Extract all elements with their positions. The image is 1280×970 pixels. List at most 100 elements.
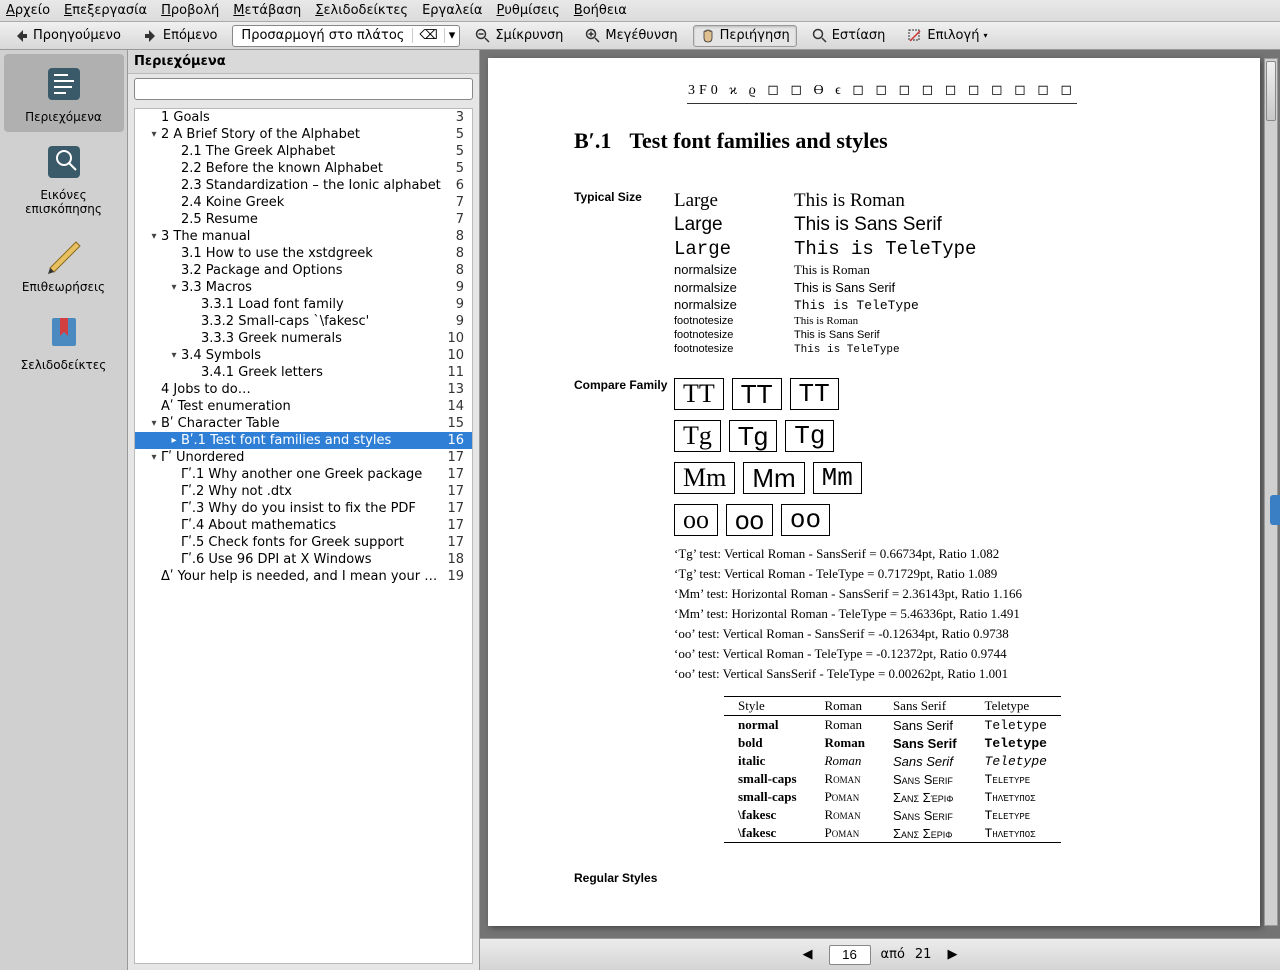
focus-mode-button[interactable]: Εστίαση <box>805 25 893 47</box>
test-line: ‘Tg’ test: Vertical Roman - SansSerif = … <box>674 546 1190 562</box>
toc-label: 3.2 Package and Options <box>181 263 448 278</box>
toc-item[interactable]: 3.1 How to use the xstdgreek8 <box>135 245 472 262</box>
menu-ρυθμίσεις[interactable]: Ρυθμίσεις <box>497 3 560 18</box>
next-button[interactable]: Επόμενο <box>136 25 225 47</box>
menu-επεξεργασία[interactable]: Επεξεργασία <box>64 3 147 18</box>
toc-item[interactable]: ▾3.3 Macros9 <box>135 279 472 296</box>
select-mode-button[interactable]: Επιλογή ▾ <box>900 25 994 47</box>
toc-item[interactable]: Γʹ.5 Check fonts for Greek support17 <box>135 534 472 551</box>
toc-label: Αʹ Test enumeration <box>161 399 439 414</box>
page-next-icon[interactable]: ▶ <box>941 945 963 964</box>
toc-page: 10 <box>439 348 468 363</box>
zoom-in-label: Μεγέθυνση <box>605 28 677 43</box>
toc-item[interactable]: ▾2 A Brief Story of the Alphabet5 <box>135 126 472 143</box>
zoom-out-button[interactable]: Σμίκρυνση <box>468 25 570 47</box>
toc-label: Γʹ.1 Why another one Greek package <box>181 467 439 482</box>
leftbar-reviews[interactable]: Επιθεωρήσεις <box>4 224 124 302</box>
toc-item[interactable]: 2.2 Before the known Alphabet5 <box>135 160 472 177</box>
page-prev-icon[interactable]: ◀ <box>797 945 819 964</box>
expand-icon[interactable]: ▾ <box>147 452 161 463</box>
toc-item[interactable]: ▸Βʹ.1 Test font families and styles16 <box>135 432 472 449</box>
toc-item[interactable]: ▾Γʹ Unordered17 <box>135 449 472 466</box>
size-row: LargeThis is Sans Serif <box>674 214 1190 236</box>
search-input[interactable] <box>134 78 473 100</box>
clear-icon[interactable]: ⌫ <box>412 28 443 43</box>
zoom-in-button[interactable]: Μεγέθυνση <box>578 25 684 47</box>
glyph-box: oo <box>726 504 773 536</box>
toc-item[interactable]: 2.1 The Greek Alphabet5 <box>135 143 472 160</box>
toc-item[interactable]: 3.3.3 Greek numerals10 <box>135 330 472 347</box>
leftbar-bookmarks[interactable]: Σελιδοδείκτες <box>4 302 124 380</box>
expand-icon[interactable]: ▾ <box>147 129 161 140</box>
toc-page: 9 <box>448 280 468 295</box>
sans-cell: Sans Serif <box>879 752 971 770</box>
style-name: \fakesc <box>724 824 811 843</box>
toc-item[interactable]: 3.3.1 Load font family9 <box>135 296 472 313</box>
size-sample: This is Roman <box>794 262 870 278</box>
menu-βοήθεια[interactable]: Βοήθεια <box>574 3 627 18</box>
compare-family-label: Compare Family <box>574 378 674 843</box>
expand-icon[interactable]: ▾ <box>167 282 181 293</box>
toc-item[interactable]: ▾3 The manual8 <box>135 228 472 245</box>
box-row: MmMmMm <box>674 462 1190 494</box>
toc-page: 8 <box>448 246 468 261</box>
toc-item[interactable]: 3.2 Package and Options8 <box>135 262 472 279</box>
leftbar-thumbs[interactable]: Εικόνες επισκόπησης <box>4 132 124 224</box>
toc-item[interactable]: Γʹ.1 Why another one Greek package17 <box>135 466 472 483</box>
dropdown-icon[interactable]: ▾ <box>983 31 987 40</box>
toc-item[interactable]: 4 Jobs to do…13 <box>135 381 472 398</box>
sans-cell: Sans Serif <box>879 806 971 824</box>
toc-item[interactable]: Γʹ.2 Why not .dtx17 <box>135 483 472 500</box>
toc-item[interactable]: Γʹ.3 Why do you insist to fix the PDF17 <box>135 500 472 517</box>
zoom-select[interactable]: Προσαρμογή στο πλάτος ⌫ ▾ <box>232 25 460 47</box>
size-samples: LargeThis is RomanLargeThis is Sans Seri… <box>674 190 1190 358</box>
toc-item[interactable]: 2.5 Resume7 <box>135 211 472 228</box>
toc-page: 5 <box>448 161 468 176</box>
toc-search <box>134 78 473 100</box>
menu-αρχείο[interactable]: Αρχείο <box>6 3 50 18</box>
toc-item[interactable]: ▾3.4 Symbols10 <box>135 347 472 364</box>
menu-εργαλεία[interactable]: Εργαλεία <box>422 3 482 18</box>
table-row: small-capsΡόμανΣανς ΣέριφΤηλέτυπος <box>724 788 1061 806</box>
style-name: small-caps <box>724 770 811 788</box>
scroll-thumb[interactable] <box>1266 61 1276 121</box>
expand-icon[interactable]: ▸ <box>167 435 181 446</box>
page-input[interactable] <box>829 945 871 965</box>
browse-mode-button[interactable]: Περιήγηση <box>693 25 797 47</box>
magnifier-icon <box>812 28 828 44</box>
size-row: footnotesizeThis is TeleType <box>674 343 1190 356</box>
styles-table: StyleRomanSans SerifTeletype normalRoman… <box>724 696 1061 843</box>
toc-item[interactable]: Γʹ.6 Use 96 DPI at X Windows18 <box>135 551 472 568</box>
main-area: ΠεριεχόμεναΕικόνες επισκόπησηςΕπιθεωρήσε… <box>0 50 1280 970</box>
toc-tree[interactable]: 1 Goals3▾2 A Brief Story of the Alphabet… <box>134 108 473 964</box>
chevron-down-icon[interactable]: ▾ <box>444 28 460 43</box>
side-handle[interactable] <box>1270 495 1280 525</box>
toc-item[interactable]: 1 Goals3 <box>135 109 472 126</box>
vertical-scrollbar[interactable] <box>1264 58 1278 926</box>
expand-icon[interactable]: ▾ <box>147 231 161 242</box>
toc-item[interactable]: ▾Βʹ Character Table15 <box>135 415 472 432</box>
toc-item[interactable]: Γʹ.4 About mathematics17 <box>135 517 472 534</box>
next-label: Επόμενο <box>163 28 218 43</box>
expand-icon[interactable]: ▾ <box>167 350 181 361</box>
size-label: footnotesize <box>674 329 794 341</box>
menu-προβολή[interactable]: Προβολή <box>161 3 219 18</box>
toc-item[interactable]: 3.4.1 Greek letters11 <box>135 364 472 381</box>
toc-item[interactable]: 2.4 Koine Greek7 <box>135 194 472 211</box>
toc-page: 5 <box>448 144 468 159</box>
prev-button[interactable]: Προηγούμενο <box>6 25 128 47</box>
roman-cell: Roman <box>811 716 879 735</box>
toc-page: 17 <box>439 518 468 533</box>
bookmarks-icon <box>40 308 88 356</box>
toc-item[interactable]: Δʹ Your help is needed, and I mean your … <box>135 568 472 585</box>
page-content[interactable]: 3F0 ϰ ϱ ◻ ◻ ϴ ϵ ◻ ◻ ◻ ◻ ◻ ◻ ◻ ◻ ◻ ◻ Βʹ.1… <box>488 58 1260 926</box>
toc-item[interactable]: Αʹ Test enumeration14 <box>135 398 472 415</box>
size-row: LargeThis is Roman <box>674 190 1190 212</box>
menu-σελιδοδείκτες[interactable]: Σελιδοδείκτες <box>315 3 408 18</box>
menu-μετάβαση[interactable]: Μετάβαση <box>233 3 301 18</box>
toc-item[interactable]: 2.3 Standardization – the Ionic alphabet… <box>135 177 472 194</box>
test-line: ‘oo’ test: Vertical Roman - TeleType = -… <box>674 646 1190 662</box>
toc-item[interactable]: 3.3.2 Small-caps `\fakesc'9 <box>135 313 472 330</box>
leftbar-contents[interactable]: Περιεχόμενα <box>4 54 124 132</box>
expand-icon[interactable]: ▾ <box>147 418 161 429</box>
